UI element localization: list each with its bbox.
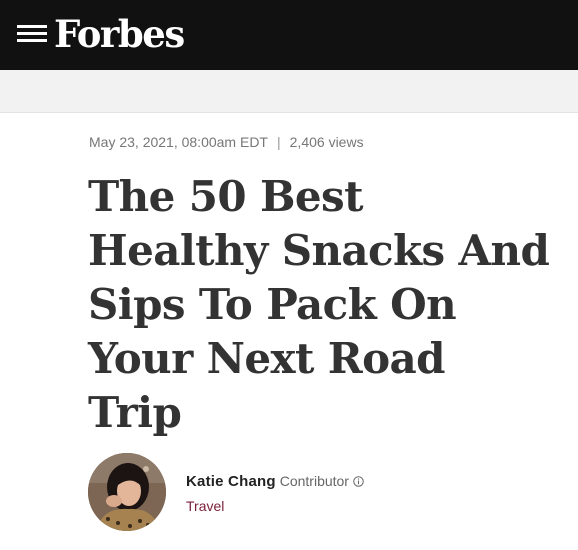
headline-line: The 50 Best <box>88 172 363 221</box>
view-count: 2,406 views <box>289 134 364 150</box>
category-link[interactable]: Travel <box>186 497 224 515</box>
menu-bar-line <box>17 39 47 42</box>
hamburger-menu-icon[interactable] <box>17 23 47 45</box>
author-avatar[interactable] <box>88 453 166 531</box>
headline-line: Your Next Road <box>88 334 446 383</box>
publish-date: May 23, 2021, 08:00am EDT <box>89 134 268 150</box>
meta-separator: | <box>277 134 281 150</box>
top-nav-bar: Forbes <box>0 0 578 70</box>
menu-bar-line <box>17 32 47 35</box>
author-byline: Katie Chang Contributor <box>186 471 364 492</box>
author-role: Contributor <box>279 473 349 489</box>
headline-line: Healthy Snacks And <box>88 226 550 275</box>
author-name-link[interactable]: Katie Chang <box>186 473 276 490</box>
forbes-logo[interactable]: Forbes <box>54 10 185 58</box>
article-headline: The 50 Best Healthy Snacks And Sips To P… <box>88 170 568 440</box>
headline-line: Trip <box>88 388 182 437</box>
headline-line: Sips To Pack On <box>88 280 457 329</box>
article-meta: May 23, 2021, 08:00am EDT | 2,406 views <box>89 133 364 151</box>
author-photo <box>88 453 166 531</box>
menu-bar-line <box>17 25 47 28</box>
info-icon[interactable] <box>353 476 364 487</box>
secondary-nav-bar <box>0 70 578 113</box>
